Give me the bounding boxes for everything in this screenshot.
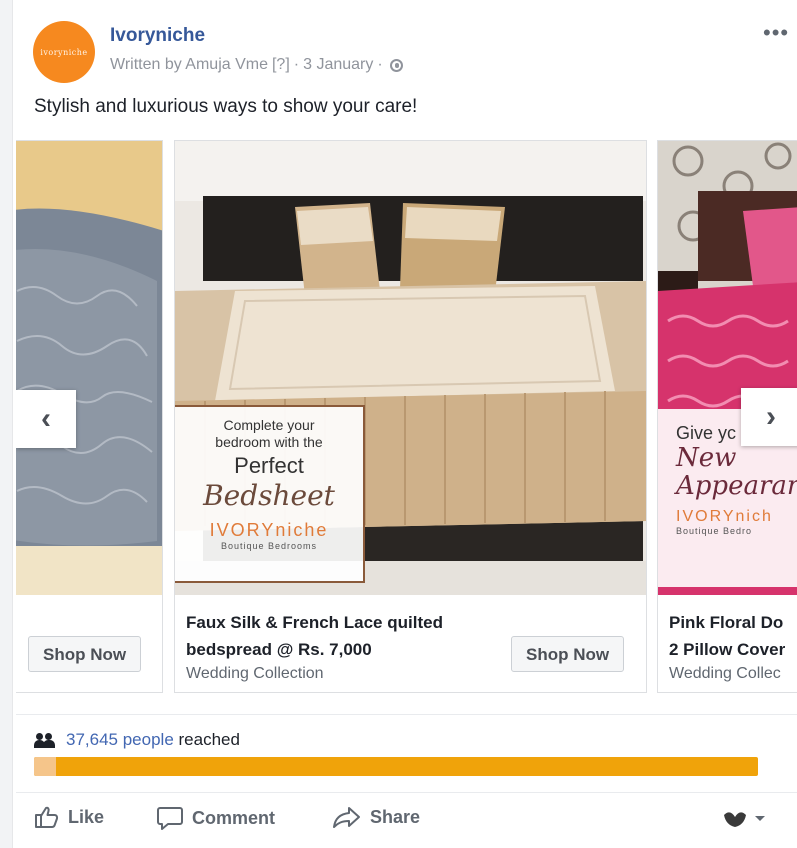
reach-progress-fill [34, 757, 56, 776]
reach-progress-bar [34, 757, 758, 776]
left-border [0, 0, 13, 848]
card-1-image[interactable] [16, 141, 162, 595]
shop-now-button-1[interactable]: Shop Now [28, 636, 142, 672]
help-marker[interactable]: [?] [272, 56, 290, 74]
meta-separator: · [293, 56, 300, 73]
chevron-left-icon: ‹ [41, 402, 51, 435]
like-label: Like [68, 806, 105, 827]
promo-line-1: Complete your bedroom with the [215, 417, 323, 450]
carousel: Shop Now Complete your bedroom with the … [16, 140, 797, 695]
people-icon [34, 732, 56, 748]
promo-brand: IVORYniche [209, 520, 329, 540]
chevron-down-icon [755, 816, 765, 821]
post-date[interactable]: 3 January [303, 56, 373, 74]
promo3-line-2: New Appearan [676, 443, 797, 501]
divider-2 [16, 792, 797, 793]
avatar-text: ivoryniche [40, 47, 88, 57]
page-name-link[interactable]: Ivoryniche [110, 25, 205, 47]
card-2-title[interactable]: Faux Silk & French Lace quilted bedsprea… [186, 609, 443, 663]
promo-line-3: Bedsheet [203, 479, 335, 512]
card-3-subtitle: Wedding Collec [669, 665, 781, 682]
reach-stat: 37,645 people reached [34, 730, 240, 750]
meta-separator-2: · [377, 56, 383, 73]
reach-count-link[interactable]: 37,645 people [66, 730, 174, 749]
promo3-brand: IVORYnich [676, 508, 773, 525]
comment-button[interactable]: Comment [156, 805, 275, 831]
card-3-image[interactable]: Give yc New Appearan IVORYnich Boutique … [658, 141, 797, 595]
share-icon [333, 807, 360, 828]
comment-label: Comment [192, 807, 276, 828]
share-button[interactable]: Share [332, 805, 420, 829]
chevron-right-icon: › [766, 400, 776, 433]
page-avatar[interactable]: ivoryniche [33, 21, 95, 83]
comment-icon [157, 807, 183, 830]
shop-now-button-2[interactable]: Shop Now [511, 636, 625, 672]
page-avatar-small-icon [724, 812, 746, 827]
divider [16, 714, 797, 715]
carousel-card-2[interactable]: Complete your bedroom with the Perfect B… [174, 140, 647, 693]
carousel-next-button[interactable]: › [741, 388, 797, 446]
share-label: Share [370, 806, 421, 827]
card-2-image[interactable]: Complete your bedroom with the Perfect B… [175, 141, 646, 595]
carousel-prev-button[interactable]: ‹ [16, 390, 76, 448]
like-button[interactable]: Like [34, 805, 104, 829]
post-meta: Written by Amuja Vme [?] · 3 January · [110, 56, 403, 74]
card-3-title[interactable]: Pink Floral Do 2 Pillow Cover [669, 609, 785, 663]
thumbs-up-icon [35, 806, 59, 828]
promo3-brand-sub: Boutique Bedro [676, 526, 753, 536]
more-options-icon[interactable]: ••• [763, 20, 789, 46]
promo-line-2: Perfect [234, 453, 304, 478]
post-caption: Stylish and luxurious ways to show your … [34, 96, 418, 117]
globe-icon[interactable] [389, 58, 403, 72]
reaction-selector[interactable] [722, 809, 766, 829]
reach-suffix: reached [178, 730, 240, 749]
promo-brand-sub: Boutique Bedrooms [220, 541, 318, 551]
written-by: Written by Amuja Vme [110, 56, 268, 73]
card-2-subtitle: Wedding Collection [186, 665, 324, 682]
promo-box: Complete your bedroom with the Perfect B… [175, 405, 365, 583]
